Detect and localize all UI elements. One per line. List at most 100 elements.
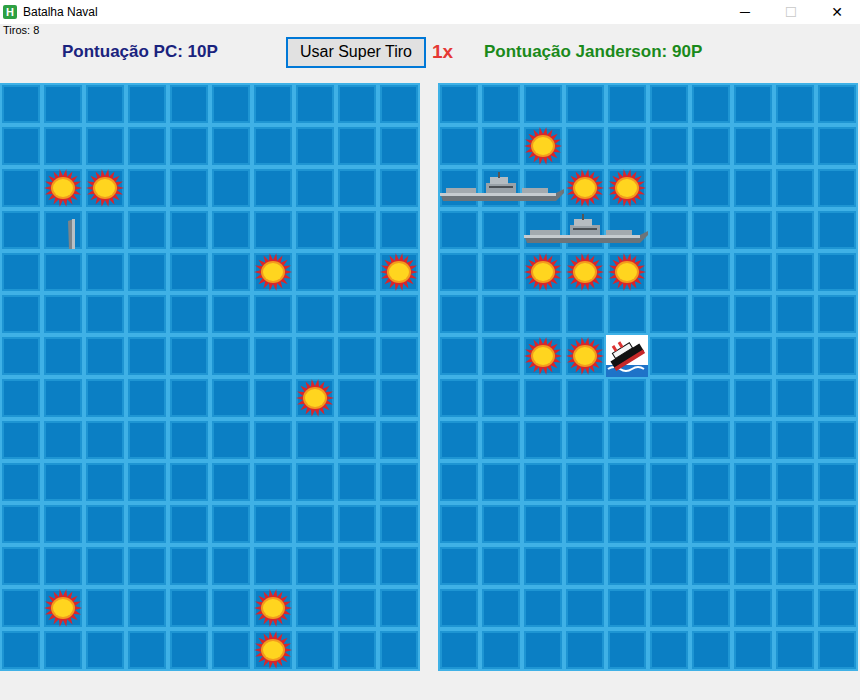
board-cell[interactable] [816, 587, 858, 629]
window-control[interactable]: ✕ [814, 0, 860, 24]
board-cell[interactable] [168, 125, 210, 167]
board-cell[interactable] [816, 293, 858, 335]
board-cell[interactable] [378, 377, 420, 419]
board-cell[interactable] [168, 335, 210, 377]
board-cell[interactable] [606, 587, 648, 629]
board-cell[interactable] [480, 629, 522, 671]
board-cell[interactable] [168, 293, 210, 335]
board-cell[interactable] [522, 461, 564, 503]
board-cell[interactable] [126, 83, 168, 125]
board-cell[interactable] [564, 293, 606, 335]
board-cell[interactable] [336, 293, 378, 335]
board-cell[interactable] [690, 167, 732, 209]
board-cell[interactable] [378, 209, 420, 251]
board-cell[interactable] [84, 125, 126, 167]
board-cell[interactable] [252, 419, 294, 461]
board-cell[interactable] [606, 545, 648, 587]
board-cell[interactable] [336, 125, 378, 167]
board-cell[interactable] [84, 629, 126, 671]
board-cell[interactable] [210, 629, 252, 671]
board-cell[interactable] [378, 167, 420, 209]
board-cell[interactable] [480, 461, 522, 503]
board-cell[interactable] [480, 419, 522, 461]
board-cell[interactable] [126, 503, 168, 545]
board-cell[interactable] [336, 503, 378, 545]
board-cell[interactable] [522, 419, 564, 461]
board-cell[interactable] [438, 629, 480, 671]
board-cell[interactable] [522, 629, 564, 671]
board-cell[interactable] [690, 209, 732, 251]
board-cell[interactable] [774, 377, 816, 419]
board-cell[interactable] [294, 83, 336, 125]
board-cell[interactable] [252, 209, 294, 251]
board-cell[interactable] [648, 209, 690, 251]
board-cell[interactable] [0, 461, 42, 503]
board-cell[interactable] [732, 503, 774, 545]
board-cell[interactable] [252, 629, 294, 671]
board-cell[interactable] [816, 209, 858, 251]
board-cell[interactable] [84, 335, 126, 377]
board-cell[interactable] [336, 209, 378, 251]
board-cell[interactable] [168, 251, 210, 293]
board-cell[interactable] [84, 209, 126, 251]
board-cell[interactable] [126, 125, 168, 167]
board-cell[interactable] [480, 251, 522, 293]
board-cell[interactable] [0, 545, 42, 587]
board-cell[interactable] [564, 545, 606, 587]
board-cell[interactable] [648, 83, 690, 125]
board-cell[interactable] [168, 83, 210, 125]
board-cell[interactable] [84, 167, 126, 209]
board-cell[interactable] [210, 167, 252, 209]
board-cell[interactable] [42, 83, 84, 125]
board-cell[interactable] [294, 545, 336, 587]
board-cell[interactable] [252, 461, 294, 503]
board-cell[interactable] [294, 209, 336, 251]
board-cell[interactable] [294, 167, 336, 209]
board-cell[interactable] [294, 419, 336, 461]
board-cell[interactable] [210, 209, 252, 251]
board-cell[interactable] [690, 461, 732, 503]
board-cell[interactable] [816, 167, 858, 209]
board-cell[interactable] [210, 335, 252, 377]
board-cell[interactable] [42, 377, 84, 419]
board-cell[interactable] [480, 545, 522, 587]
board-cell[interactable] [816, 335, 858, 377]
board-cell[interactable] [774, 503, 816, 545]
board-cell[interactable] [522, 587, 564, 629]
board-cell[interactable] [438, 377, 480, 419]
board-cell[interactable] [336, 629, 378, 671]
board-cell[interactable] [294, 503, 336, 545]
board-cell[interactable] [732, 335, 774, 377]
board-cell[interactable] [210, 251, 252, 293]
board-cell[interactable] [732, 419, 774, 461]
board-cell[interactable] [648, 377, 690, 419]
board-cell[interactable] [168, 419, 210, 461]
board-cell[interactable] [648, 503, 690, 545]
board-cell[interactable] [210, 125, 252, 167]
board-cell[interactable] [42, 503, 84, 545]
board-cell[interactable] [522, 293, 564, 335]
board-cell[interactable] [606, 461, 648, 503]
board-cell[interactable] [210, 377, 252, 419]
board-cell[interactable] [690, 251, 732, 293]
board-cell[interactable] [732, 377, 774, 419]
board-cell[interactable] [522, 503, 564, 545]
board-cell[interactable] [336, 335, 378, 377]
board-cell[interactable] [774, 545, 816, 587]
board-cell[interactable] [564, 335, 606, 377]
board-cell[interactable] [690, 125, 732, 167]
board-cell[interactable] [84, 293, 126, 335]
board-cell[interactable] [522, 377, 564, 419]
board-cell[interactable] [648, 461, 690, 503]
board-cell[interactable] [126, 251, 168, 293]
board-cell[interactable] [252, 167, 294, 209]
board-cell[interactable] [774, 83, 816, 125]
board-cell[interactable] [732, 83, 774, 125]
board-cell[interactable] [816, 629, 858, 671]
board-cell[interactable] [378, 125, 420, 167]
board-cell[interactable] [690, 587, 732, 629]
board-cell[interactable] [378, 293, 420, 335]
board-cell[interactable] [732, 461, 774, 503]
board-cell[interactable] [438, 545, 480, 587]
board-cell[interactable] [84, 251, 126, 293]
